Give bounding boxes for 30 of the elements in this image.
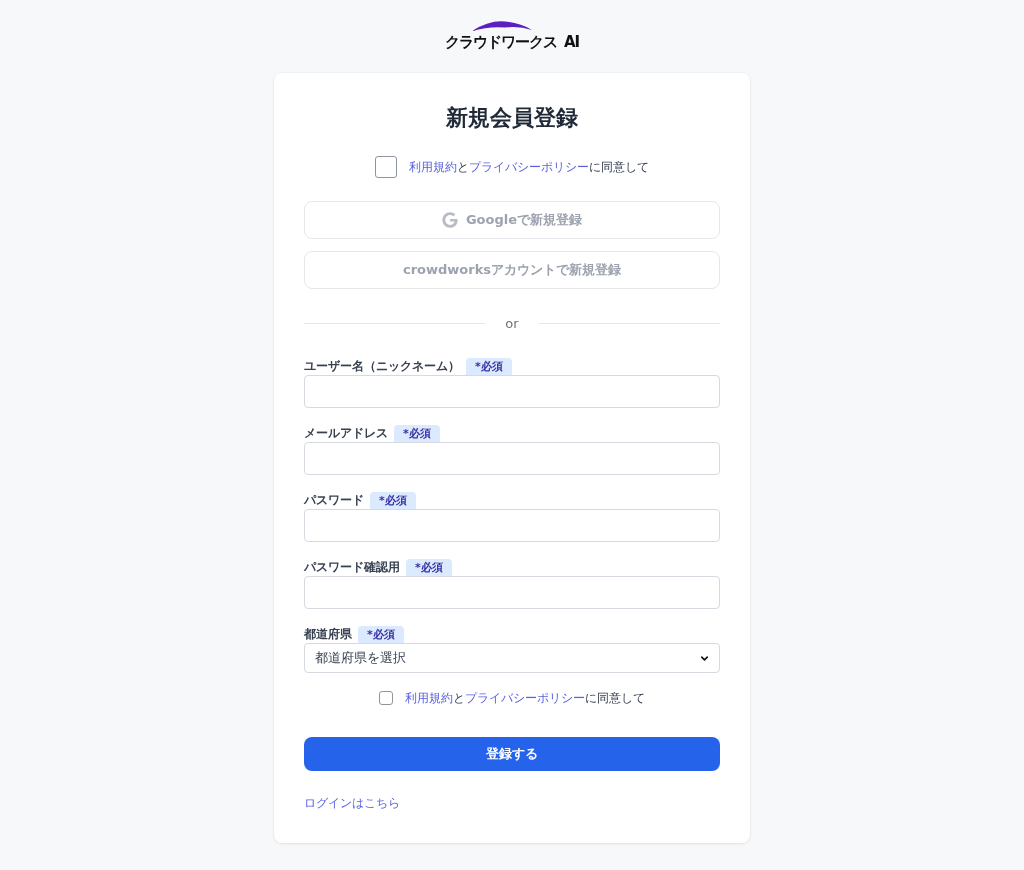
consent-link[interactable]: プライバシーポリシー <box>465 691 585 705</box>
field-label: パスワード <box>304 491 364 509</box>
page-title: 新規会員登録 <box>445 104 579 132</box>
required-badge: *必須 <box>370 491 416 509</box>
consent-link[interactable]: 利用規約 <box>405 691 453 705</box>
consent-text: 利用規約 と プライバシーポリシーに同意して <box>409 159 649 176</box>
consent-link[interactable]: プライバシーポリシー <box>469 160 589 174</box>
field-label: 都道府県 <box>304 625 352 643</box>
required-badge: *必須 <box>394 424 440 442</box>
consent-text: 利用規約 と プライバシーポリシーに同意して <box>405 690 645 707</box>
prefecture-select[interactable]: 都道府県を選択 <box>304 643 720 673</box>
login-link[interactable]: ログインはこちら <box>304 795 400 811</box>
g-logo-icon <box>441 212 458 228</box>
consent-checkbox[interactable] <box>379 691 393 705</box>
field-label: ユーザー名（ニックネーム） <box>304 357 460 375</box>
input-field[interactable] <box>304 442 720 475</box>
register-button[interactable]: 登録する <box>304 737 720 771</box>
input-field[interactable] <box>304 375 720 408</box>
input-field[interactable] <box>304 576 720 609</box>
logo-text: クラウドワークス AI <box>444 32 580 53</box>
required-badge: *必須 <box>358 625 404 643</box>
consent-checkbox[interactable] <box>375 156 397 178</box>
required-badge: *必須 <box>466 357 512 375</box>
consent-link[interactable]: 利用規約 <box>409 160 457 174</box>
divider-text: or <box>505 315 519 331</box>
swoosh-logo-icon <box>472 21 532 31</box>
input-field[interactable] <box>304 509 720 542</box>
field-label: パスワード確認用 <box>304 558 400 576</box>
required-badge: *必須 <box>406 558 452 576</box>
field-label: メールアドレス <box>304 424 388 442</box>
